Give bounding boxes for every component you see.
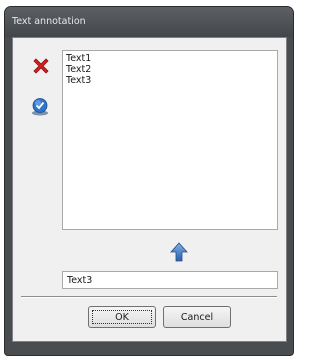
list-item[interactable]: Text2	[66, 64, 274, 75]
delete-button[interactable]	[30, 55, 52, 77]
confirm-button[interactable]	[29, 96, 51, 118]
ok-button-label: OK	[115, 311, 129, 323]
move-up-button[interactable]	[169, 241, 189, 263]
list-item[interactable]: Text3	[66, 75, 274, 86]
window-title: Text annotation	[12, 16, 86, 27]
list-item[interactable]: Text1	[66, 53, 274, 64]
annotation-text-input[interactable]	[62, 271, 278, 289]
blue-check-icon	[32, 98, 48, 116]
cancel-button[interactable]: Cancel	[163, 306, 231, 328]
title-bar[interactable]: Text annotation	[5, 7, 293, 37]
divider	[21, 296, 277, 298]
blue-up-arrow-icon	[170, 242, 188, 262]
cancel-button-label: Cancel	[180, 311, 214, 323]
dialog-window: Text annotation Text1 Text2 Text3 Text3 …	[4, 6, 294, 356]
annotation-list[interactable]: Text1 Text2 Text3	[62, 50, 278, 230]
red-x-icon	[33, 58, 49, 74]
dialog-client-area: Text1 Text2 Text3 OK Cancel	[12, 37, 287, 342]
ok-button[interactable]: OK	[88, 306, 156, 328]
